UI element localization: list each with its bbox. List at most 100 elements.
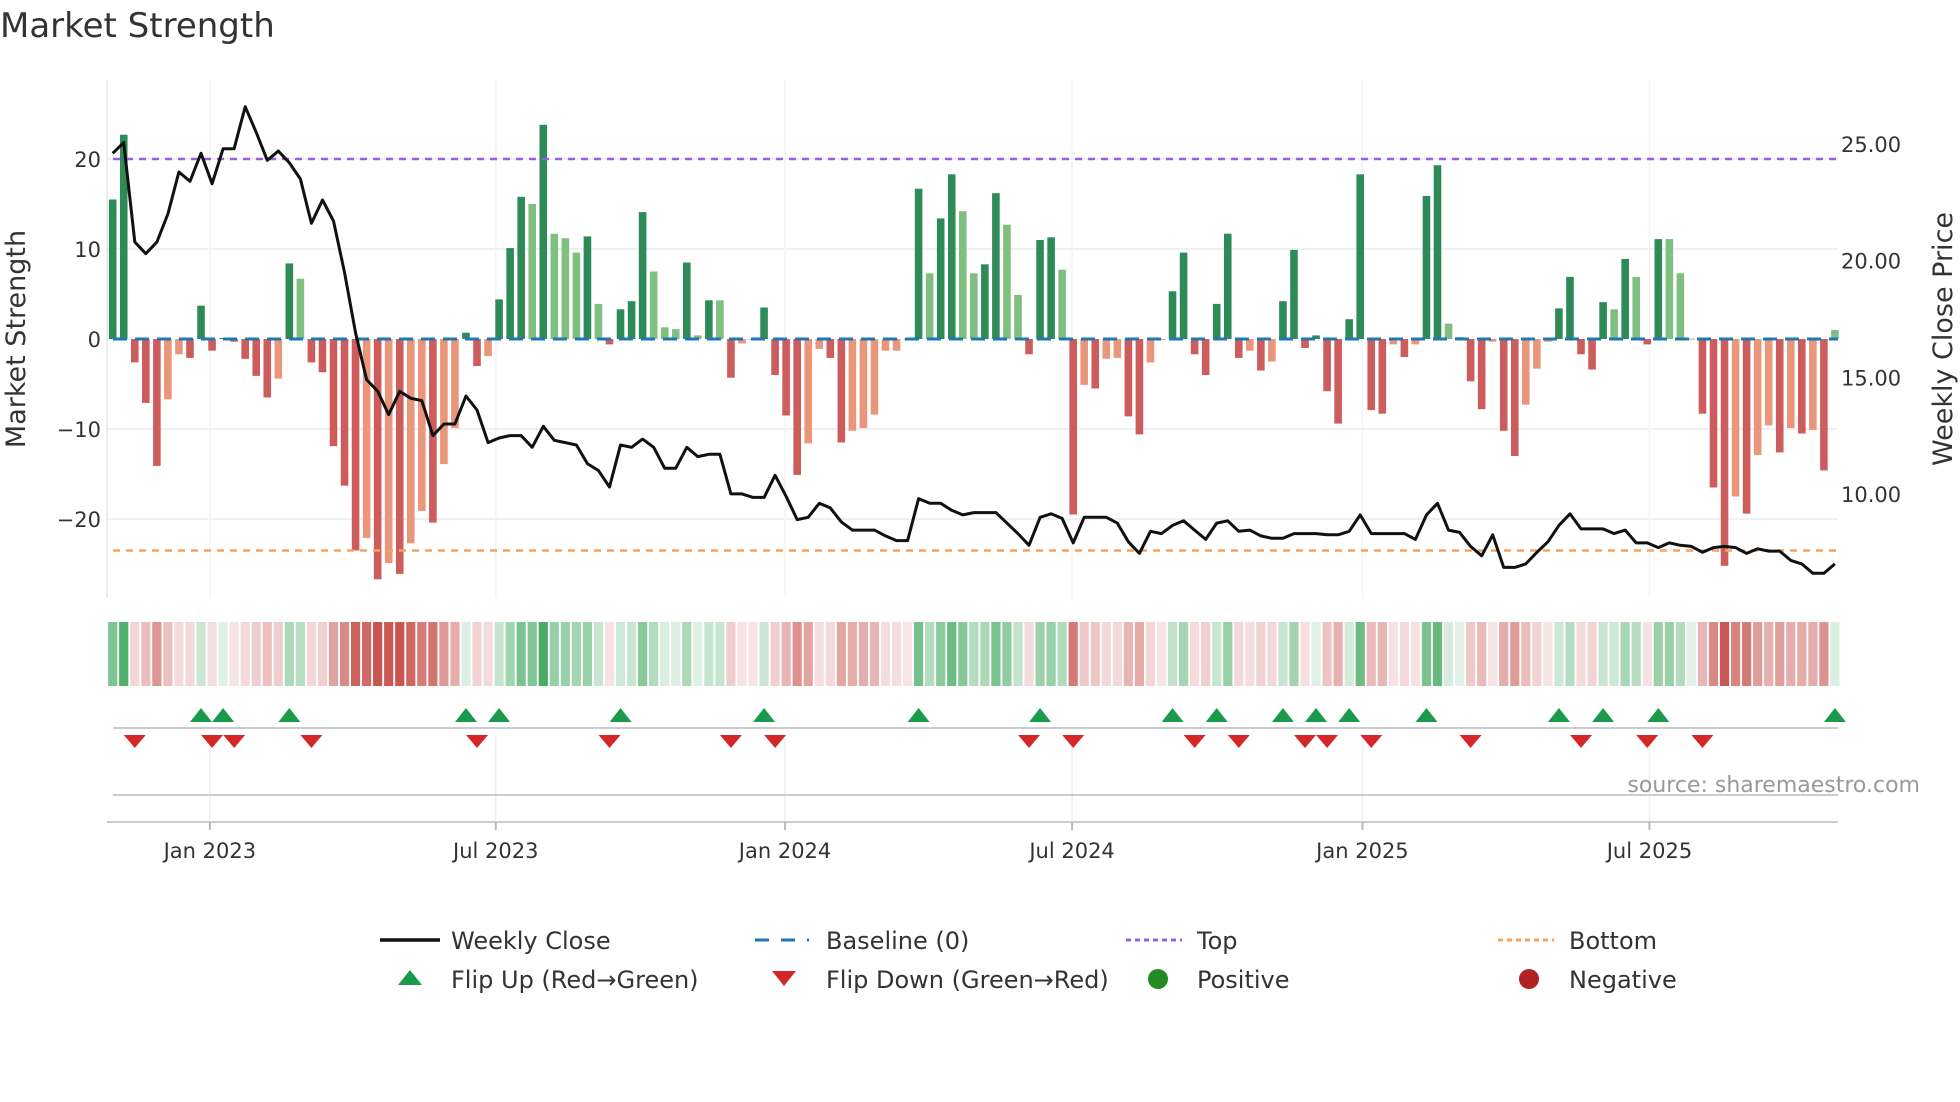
strength-bar [682, 262, 691, 339]
heatmap-cell [196, 622, 206, 686]
heatmap-cell [328, 622, 339, 686]
flip-down-marker [1183, 735, 1206, 748]
flip-up-marker [1305, 708, 1328, 722]
legend-item: Flip Up (Red→Green) [398, 966, 699, 994]
heatmap-cell [108, 622, 118, 686]
heatmap-cell [991, 622, 1001, 686]
strength-bar [1378, 339, 1387, 414]
heatmap-cell [693, 622, 703, 686]
heatmap-cell [549, 622, 559, 686]
strength-bar [1742, 339, 1751, 514]
strength-bar [793, 339, 801, 475]
strength-bar [517, 196, 525, 339]
heatmap-cell [1101, 622, 1111, 686]
strength-bar [1003, 224, 1011, 339]
heatmap-cell [1123, 622, 1133, 686]
strength-bar [1190, 339, 1199, 355]
heatmap-cell [781, 622, 791, 686]
heatmap-cell [1223, 622, 1233, 686]
strength-bar [1632, 276, 1641, 339]
strength-bar [1676, 273, 1685, 339]
flip-up-marker [1338, 708, 1361, 722]
flip-up-marker [1161, 708, 1184, 722]
strength-bar [197, 305, 205, 339]
legend-item: Negative [1519, 966, 1677, 994]
flip-up-marker [190, 708, 213, 722]
heatmap-cell [141, 622, 151, 686]
heatmap-cell [1156, 622, 1167, 686]
heatmap-cell [350, 622, 361, 686]
flip-down-marker [1691, 735, 1714, 748]
heatmap-cell [273, 622, 283, 686]
strength-bar [1720, 339, 1729, 566]
heatmap-cell [615, 622, 626, 686]
heatmap-cell [1543, 622, 1553, 686]
flip-up-marker [1029, 708, 1052, 722]
legend-label: Negative [1569, 966, 1677, 994]
heatmap-cell [1708, 622, 1719, 686]
heatmap-cell [1267, 622, 1277, 686]
strength-bar [1168, 291, 1177, 339]
flip-up-marker [907, 708, 930, 722]
legend-label: Flip Down (Green→Red) [826, 966, 1109, 994]
heatmap-cell [1675, 622, 1685, 686]
heatmap-cell [1410, 622, 1421, 686]
strength-bar [307, 339, 316, 363]
heatmap-cell [229, 622, 239, 686]
strength-bar [1367, 339, 1376, 411]
flip-up-marker [1592, 708, 1615, 722]
heatmap-cell [527, 622, 537, 686]
heatmap-cell [1664, 622, 1674, 686]
strength-bar [660, 327, 669, 339]
heatmap-cell [516, 622, 526, 686]
strength-bar [208, 339, 216, 351]
heatmap-cell [1344, 622, 1354, 686]
strength-bar [1654, 239, 1663, 339]
strength-bar [837, 339, 846, 443]
heatmap-cell [119, 622, 129, 686]
y-axis-ticks: 20 10 0 −10 −20 [57, 148, 101, 532]
heatmap-cell [1432, 622, 1443, 686]
heatmap-cell [130, 622, 140, 686]
flip-down-marker [223, 735, 246, 748]
heatmap-cell [737, 622, 747, 686]
heatmap-cell [1300, 622, 1310, 686]
heatmap-cell [925, 622, 935, 686]
strength-bar [153, 339, 161, 466]
heatmap-cell [936, 622, 946, 686]
heatmap-cell [825, 622, 835, 686]
strength-bar [285, 263, 294, 339]
strength-bar [1499, 339, 1508, 431]
heatmap-cell [1764, 622, 1774, 686]
heatmap-cell [207, 622, 217, 686]
heatmap-cell [1145, 622, 1156, 686]
heatmap-cell [306, 622, 317, 686]
strength-bar [716, 300, 724, 339]
heatmap-cell [461, 622, 471, 686]
strength-bar [627, 301, 636, 339]
heatmap-cell [1466, 622, 1476, 686]
heatmap-cell [891, 622, 902, 686]
flip-up-marker [454, 708, 477, 722]
heatmap-cell [505, 622, 515, 686]
strength-bar [981, 264, 989, 339]
legend-label: Baseline (0) [826, 927, 969, 955]
heatmap-cell [1178, 622, 1189, 686]
legend: Weekly Close Baseline (0) Top Bottom Flip Up… [380, 927, 1677, 994]
strength-bar [1146, 339, 1155, 363]
heatmap-cell [1697, 622, 1708, 686]
strength-bar [1786, 339, 1795, 429]
strength-bar [958, 211, 967, 339]
strength-bar [826, 339, 835, 358]
heatmap-cell [1167, 622, 1178, 686]
strength-bar [804, 339, 813, 444]
strength-heatmap-strip [108, 622, 1840, 686]
strength-bar [1091, 339, 1100, 389]
strength-bar [340, 339, 349, 486]
heatmap-cell [726, 622, 736, 686]
strength-bar [1477, 339, 1486, 410]
heatmap-cell [1377, 622, 1387, 686]
legend-item: Weekly Close [380, 927, 611, 955]
heatmap-cell [483, 622, 493, 686]
heatmap-cell [1388, 622, 1398, 686]
